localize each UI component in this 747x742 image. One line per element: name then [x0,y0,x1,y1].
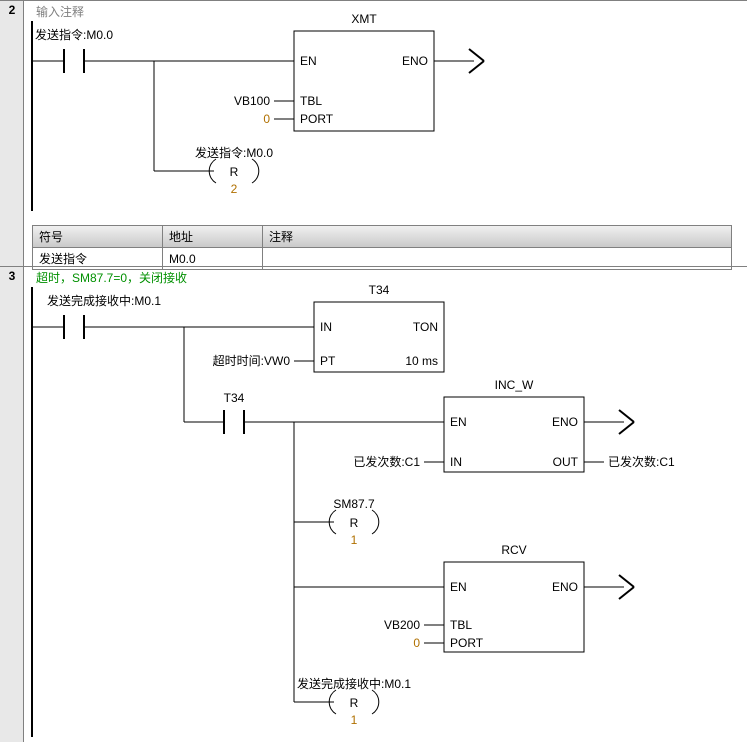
timer-type: TON [413,320,438,334]
reset-label: 发送指令:M0.0 [195,145,273,160]
incw-in-val: 已发次数:C1 [353,454,420,469]
reset1-label: SM87.7 [333,497,375,511]
xmt-port-val: 0 [263,112,270,126]
rcv-port: PORT [450,636,484,650]
xmt-tbl-val: VB100 [234,94,270,108]
timer-pt-val: 超时时间:VW0 [213,353,291,368]
incw-in: IN [450,455,462,469]
xmt-en: EN [300,54,317,68]
reset-op: R [230,165,239,179]
col-comment[interactable]: 注释 [263,226,732,248]
reset-count: 2 [231,182,238,196]
network-body: 发送指令:M0.0 XMT EN ENO TBL PORT VB100 0 [24,1,747,211]
incw-name: INC_W [495,378,534,392]
rcv-en: EN [450,580,467,594]
timer-in: IN [320,320,332,334]
network-body: 发送完成接收中:M0.1 T34 IN TON PT 10 ms 超时时间:VW… [24,267,747,737]
gutter [0,267,24,742]
rcv-eno: ENO [552,580,578,594]
incw-en: EN [450,415,467,429]
network-3: 3 超时，SM87.7=0，关闭接收 发送完成接收中:M0.1 T34 IN T… [0,266,747,742]
incw-out: OUT [553,455,579,469]
gutter [0,1,24,266]
reset1-count: 1 [351,533,358,547]
ladder-diagram: 发送完成接收中:M0.1 T34 IN TON PT 10 ms 超时时间:VW… [24,267,744,737]
rcv-name: RCV [501,543,526,557]
col-addr[interactable]: 地址 [163,226,263,248]
rcv-port-val: 0 [413,636,420,650]
network-number: 2 [0,3,24,17]
col-symbol[interactable]: 符号 [33,226,163,248]
incw-out-val: 已发次数:C1 [608,454,675,469]
reset2-count: 1 [351,713,358,727]
contact-label: 发送指令:M0.0 [35,27,113,42]
xmt-port: PORT [300,112,334,126]
rcv-tbl-val: VB200 [384,618,420,632]
xmt-eno: ENO [402,54,428,68]
reset2-label: 发送完成接收中:M0.1 [297,676,411,691]
t34-contact: T34 [224,391,245,405]
timer-name: T34 [369,283,390,297]
symbol-table: 符号 地址 注释 发送指令 M0.0 [32,225,732,270]
xmt-name: XMT [351,12,377,26]
timer-time: 10 ms [405,354,438,368]
xmt-tbl: TBL [300,94,322,108]
contact-label: 发送完成接收中:M0.1 [47,293,161,308]
rcv-tbl: TBL [450,618,472,632]
reset1-op: R [350,516,359,530]
network-2: 2 输入注释 发送指令:M0.0 XMT EN ENO TBL PORT [0,0,747,266]
network-number: 3 [0,269,24,283]
ladder-diagram: 发送指令:M0.0 XMT EN ENO TBL PORT VB100 0 [24,1,744,211]
timer-pt: PT [320,354,336,368]
reset2-op: R [350,696,359,710]
incw-eno: ENO [552,415,578,429]
